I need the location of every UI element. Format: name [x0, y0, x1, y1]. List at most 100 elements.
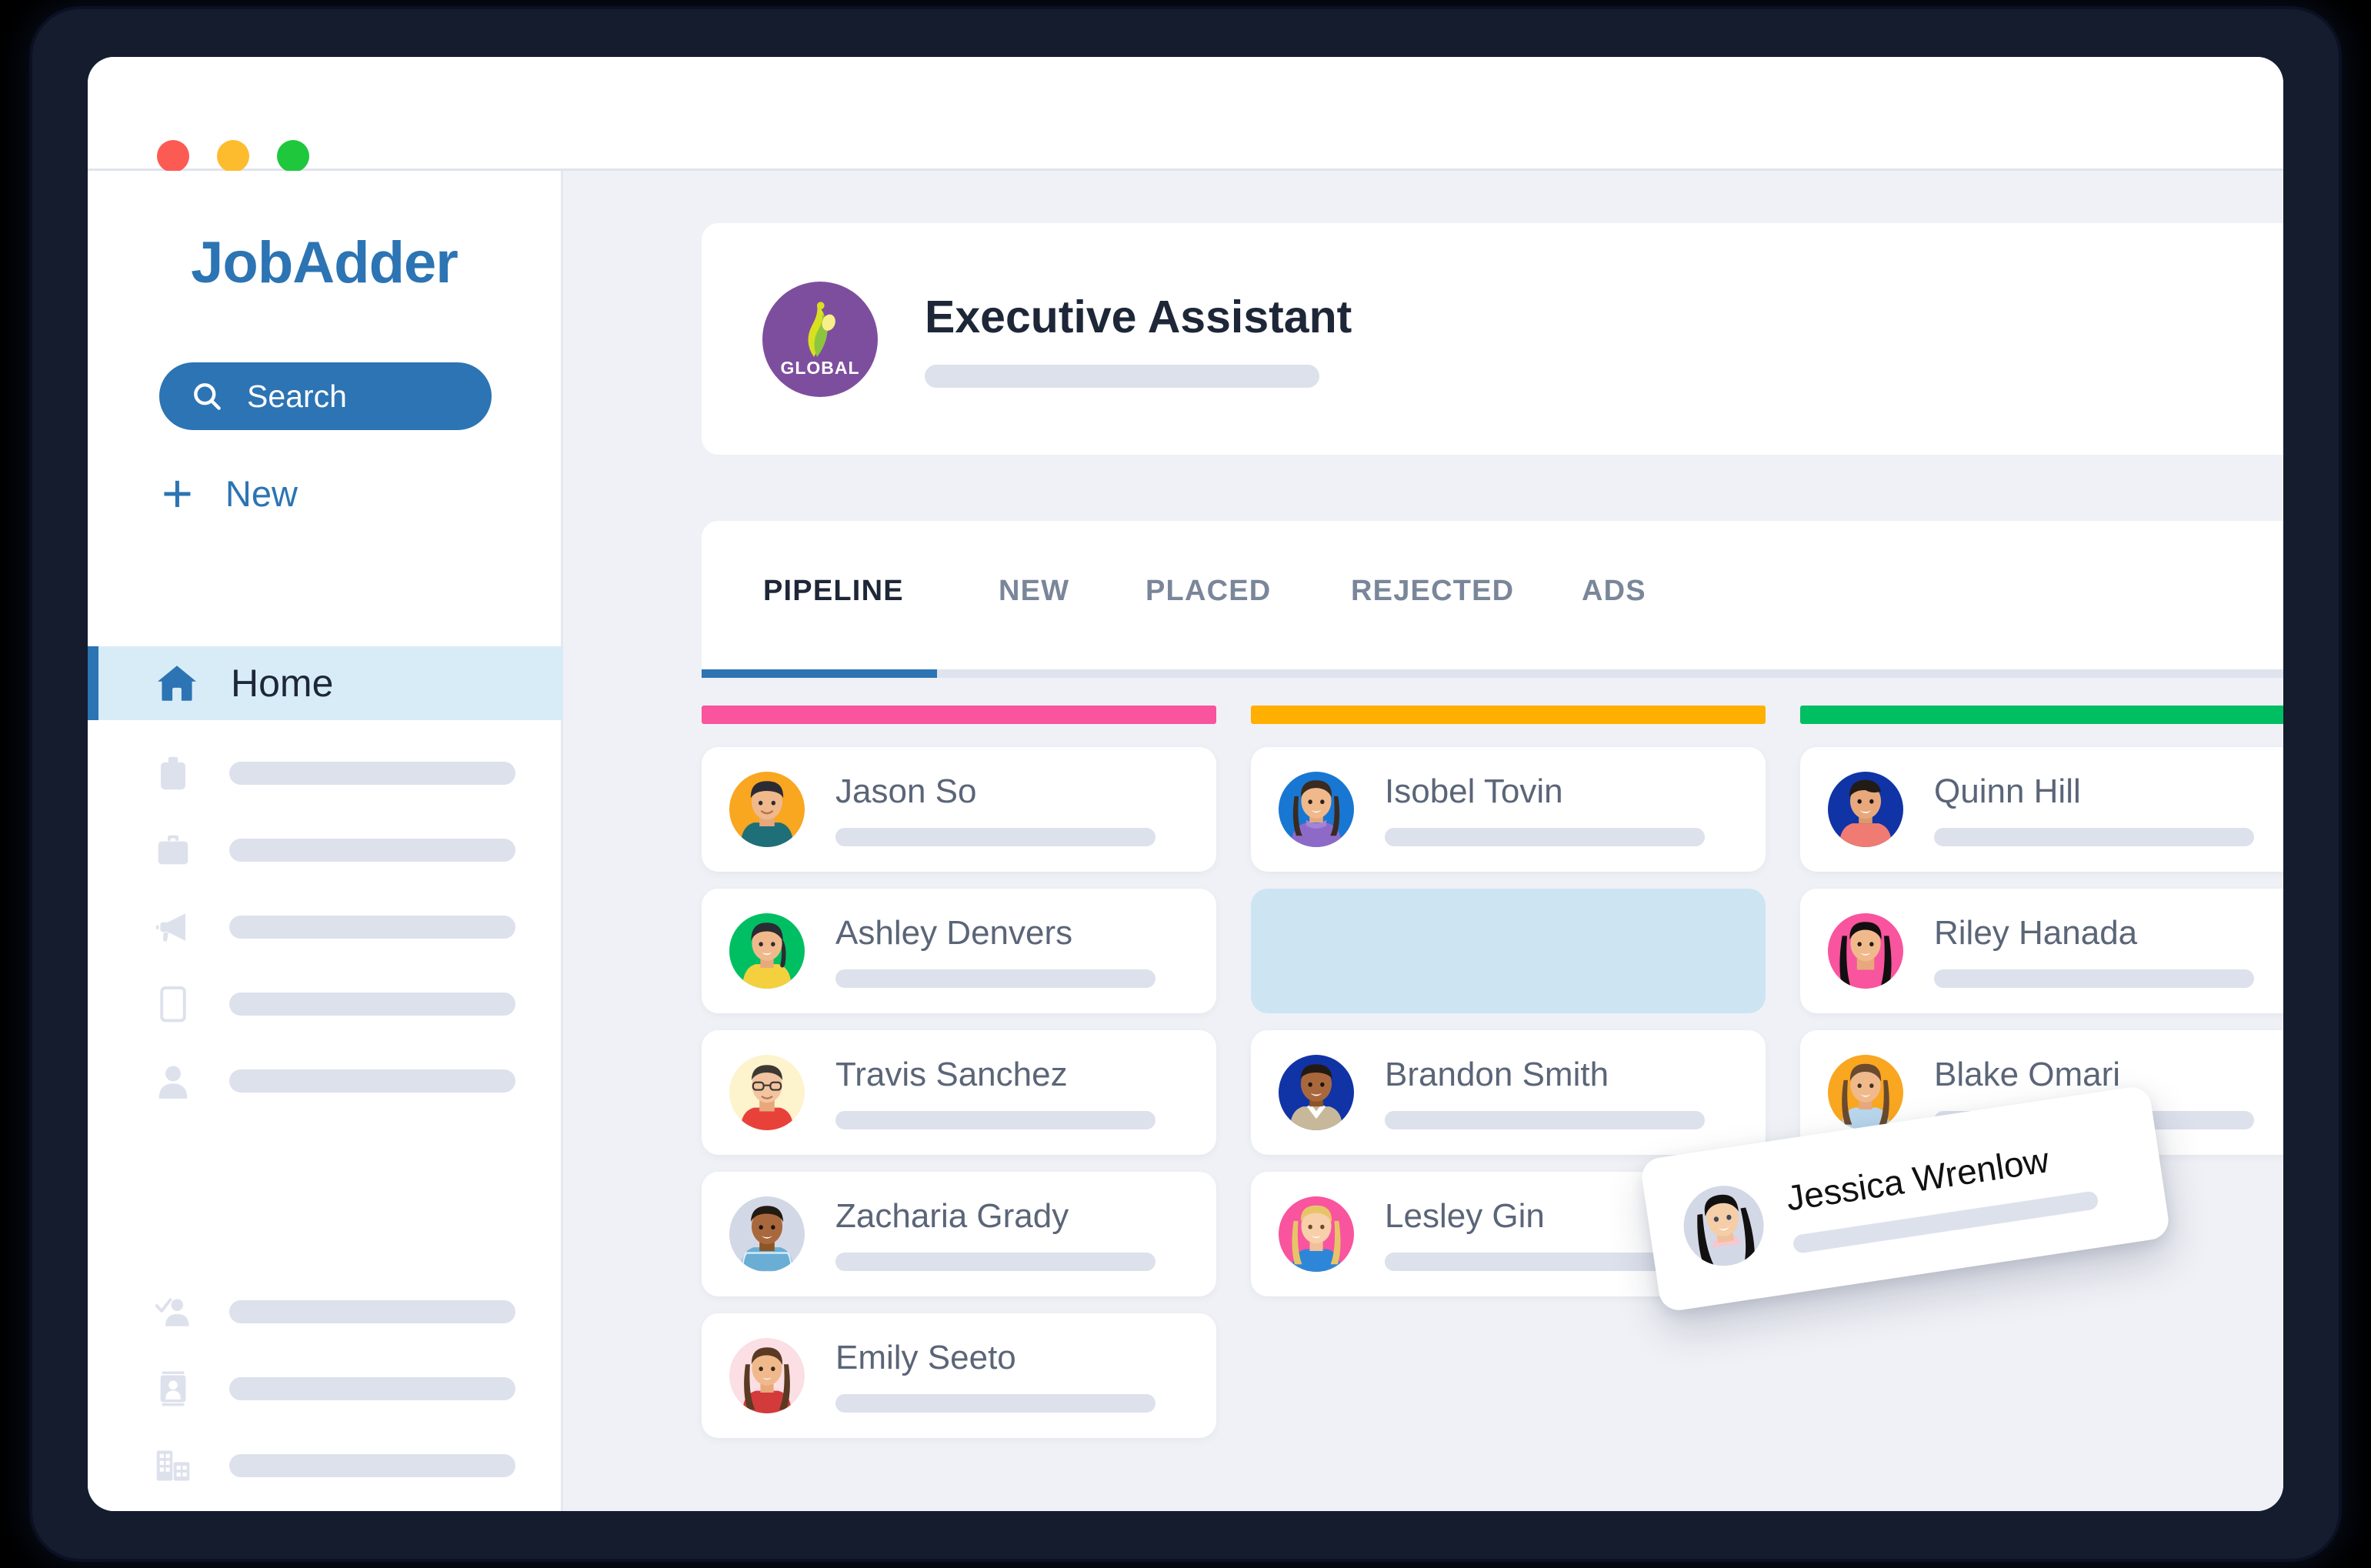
avatar [1828, 913, 1903, 989]
plus-icon: + [162, 463, 193, 523]
briefcase-icon [155, 831, 191, 869]
search-button-label: Search [247, 378, 347, 414]
candidate-detail-placeholder [835, 828, 1155, 846]
person-icon [155, 1062, 191, 1100]
candidate-detail-placeholder [1385, 1111, 1705, 1129]
candidate-detail-placeholder [835, 1253, 1155, 1271]
column-card-stack: Jason So Ashley Denvers Travis Sanchez Z… [702, 747, 1216, 1438]
tab-placed[interactable]: PLACED [1145, 575, 1351, 608]
avatar [729, 772, 805, 847]
megaphone-icon [155, 908, 191, 946]
user-check-icon [155, 1293, 191, 1331]
candidate-name: Brandon Smith [1385, 1056, 1609, 1093]
browser-window: JobAdder Search + New Home GLOBAL Execut… [88, 57, 2283, 1511]
candidate-name: Emily Seeto [835, 1339, 1016, 1376]
search-icon [190, 379, 224, 413]
candidate-name: Quinn Hill [1934, 772, 2081, 810]
sidebar-item-placeholder-3[interactable] [155, 908, 515, 946]
candidate-detail-placeholder [835, 1111, 1155, 1129]
pipeline-board: Jason So Ashley Denvers Travis Sanchez Z… [702, 706, 2283, 1438]
pipeline-column-2: Isobel Tovin Brandon Smith Lesley Gin [1251, 706, 1766, 1438]
sidebar-item-home[interactable]: Home [88, 646, 563, 720]
candidate-card[interactable]: Emily Seeto [702, 1313, 1216, 1438]
active-indicator [88, 646, 98, 720]
candidate-name: Blake Omari [1934, 1056, 2121, 1093]
traffic-lights [157, 140, 309, 172]
tab-active-underline [702, 669, 937, 678]
drop-target[interactable] [1251, 889, 1766, 1013]
sidebar-item-placeholder-bar [229, 1300, 515, 1323]
candidate-card[interactable]: Jason So [702, 747, 1216, 872]
job-header-card: GLOBAL Executive Assistant [702, 223, 2283, 455]
sidebar-item-home-label: Home [231, 662, 334, 705]
company-logo: GLOBAL [762, 281, 878, 397]
sidebar-item-placeholder-bar [229, 916, 515, 939]
candidate-card[interactable]: Ashley Denvers [702, 889, 1216, 1013]
sidebar-item-placeholder-6[interactable] [155, 1293, 515, 1331]
main-content: GLOBAL Executive Assistant PIPELINE NEW … [565, 171, 2283, 1511]
candidate-detail-placeholder [1934, 969, 2254, 988]
candidate-name: Jason So [835, 772, 977, 810]
tablet-icon [155, 985, 191, 1023]
avatar [729, 1338, 805, 1413]
app-logo: JobAdder [191, 230, 459, 295]
maximize-button[interactable] [277, 140, 309, 172]
sidebar-item-placeholder-7[interactable] [155, 1369, 515, 1408]
avatar [1279, 1055, 1354, 1130]
tabs-card: PIPELINE NEW PLACED REJECTED ADS [702, 521, 2283, 678]
candidate-card[interactable]: Zacharia Grady [702, 1172, 1216, 1296]
tab-rejected[interactable]: REJECTED [1351, 575, 1582, 608]
candidate-card[interactable]: Quinn Hill [1800, 747, 2283, 872]
sidebar-item-placeholder-bar [229, 1454, 515, 1477]
search-button[interactable]: Search [159, 362, 492, 430]
page-title: Executive Assistant [925, 291, 1352, 342]
bag-icon [155, 754, 191, 792]
avatar [1678, 1180, 1769, 1272]
candidate-detail-placeholder [835, 1394, 1155, 1413]
column-color-bar [1800, 706, 2283, 724]
avatar [1279, 772, 1354, 847]
column-color-bar [1251, 706, 1766, 724]
tab-ads[interactable]: ADS [1582, 575, 1646, 608]
sidebar-item-placeholder-2[interactable] [155, 831, 515, 869]
sidebar: JobAdder Search + New Home [88, 171, 563, 1511]
sidebar-item-placeholder-bar [229, 839, 515, 862]
tab-pipeline[interactable]: PIPELINE [763, 575, 999, 608]
window-frame: JobAdder Search + New Home GLOBAL Execut… [32, 9, 2339, 1559]
company-logo-text: GLOBAL [780, 357, 860, 378]
candidate-name: Travis Sanchez [835, 1056, 1068, 1093]
candidate-card[interactable]: Riley Hanada [1800, 889, 2283, 1013]
job-meta: Executive Assistant [925, 291, 1352, 388]
candidate-detail-placeholder [835, 969, 1155, 988]
sidebar-item-placeholder-4[interactable] [155, 985, 515, 1023]
sidebar-item-placeholder-bar [229, 1377, 515, 1400]
candidate-detail-placeholder [1934, 828, 2254, 846]
candidate-name: Riley Hanada [1934, 914, 2138, 952]
tab-new[interactable]: NEW [999, 575, 1145, 608]
column-card-stack: Quinn Hill Riley Hanada Blake Omari [1800, 747, 2283, 1155]
pipeline-column-1: Jason So Ashley Denvers Travis Sanchez Z… [702, 706, 1216, 1438]
candidate-card[interactable]: Brandon Smith [1251, 1030, 1766, 1155]
sidebar-item-placeholder-5[interactable] [155, 1062, 515, 1100]
close-button[interactable] [157, 140, 189, 172]
candidate-name: Zacharia Grady [835, 1197, 1069, 1235]
minimize-button[interactable] [217, 140, 249, 172]
pipeline-column-3: Quinn Hill Riley Hanada Blake Omari [1800, 706, 2283, 1438]
new-button[interactable]: + New [162, 466, 298, 520]
candidate-name: Isobel Tovin [1385, 772, 1563, 810]
candidate-card[interactable]: Travis Sanchez [702, 1030, 1216, 1155]
sidebar-item-placeholder-bar [229, 762, 515, 785]
avatar [729, 913, 805, 989]
column-color-bar [702, 706, 1216, 724]
sidebar-item-placeholder-bar [229, 993, 515, 1016]
company-flame-icon [794, 300, 846, 359]
sidebar-item-placeholder-1[interactable] [155, 754, 515, 792]
avatar [1828, 1055, 1903, 1130]
contact-card-icon [155, 1369, 191, 1408]
tab-bar: PIPELINE NEW PLACED REJECTED ADS [763, 521, 1646, 661]
avatar [1279, 1196, 1354, 1272]
home-icon [155, 664, 198, 702]
sidebar-item-placeholder-8[interactable] [155, 1446, 515, 1485]
job-subtitle-placeholder [925, 364, 1319, 388]
candidate-card[interactable]: Isobel Tovin [1251, 747, 1766, 872]
